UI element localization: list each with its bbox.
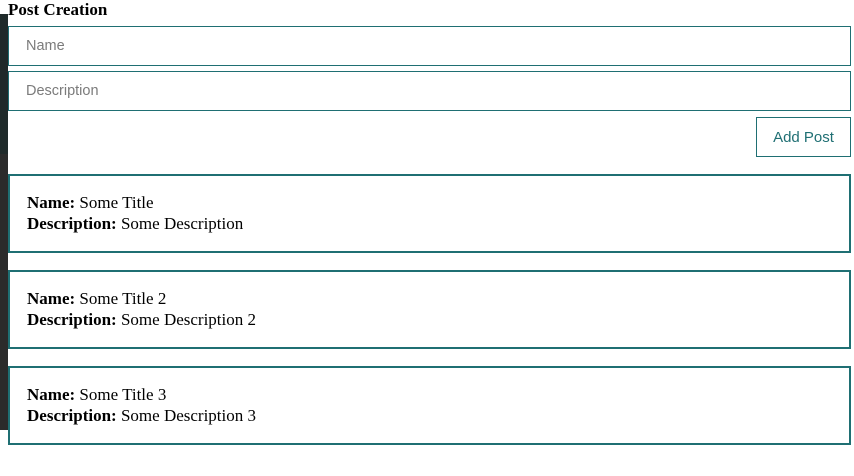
post-description-row: Description: Some Description <box>27 213 849 234</box>
post-name-row: Name: Some Title 2 <box>27 288 849 309</box>
post-name-value: Some Title 3 <box>79 385 167 404</box>
name-label: Name: <box>27 385 76 404</box>
strip-top <box>0 0 8 14</box>
name-input[interactable] <box>8 26 851 66</box>
strip-dark <box>0 14 8 154</box>
post-name-row: Name: Some Title 3 <box>27 384 849 405</box>
description-label: Description: <box>27 214 117 233</box>
post-description-row: Description: Some Description 3 <box>27 405 849 426</box>
name-label: Name: <box>27 193 76 212</box>
post-name-value: Some Title 2 <box>79 289 167 308</box>
description-label: Description: <box>27 310 117 329</box>
post-description-value: Some Description 2 <box>120 310 257 329</box>
post-description-value: Some Description <box>120 214 244 233</box>
post-card: Name: Some Title Description: Some Descr… <box>8 174 851 253</box>
post-name-value: Some Title <box>79 193 154 212</box>
add-post-button[interactable]: Add Post <box>756 117 851 157</box>
post-list: Name: Some Title Description: Some Descr… <box>8 174 851 462</box>
post-creation-app: Post Creation Add Post Name: Some Title … <box>8 0 851 476</box>
background-strip <box>0 0 8 476</box>
post-card: Name: Some Title 2 Description: Some Des… <box>8 270 851 349</box>
strip-bottom <box>0 430 8 476</box>
post-description-value: Some Description 3 <box>120 406 257 425</box>
post-card: Name: Some Title 3 Description: Some Des… <box>8 366 851 445</box>
post-description-row: Description: Some Description 2 <box>27 309 849 330</box>
description-input[interactable] <box>8 71 851 111</box>
post-name-row: Name: Some Title <box>27 192 849 213</box>
page-title: Post Creation <box>8 0 108 19</box>
description-label: Description: <box>27 406 117 425</box>
name-label: Name: <box>27 289 76 308</box>
